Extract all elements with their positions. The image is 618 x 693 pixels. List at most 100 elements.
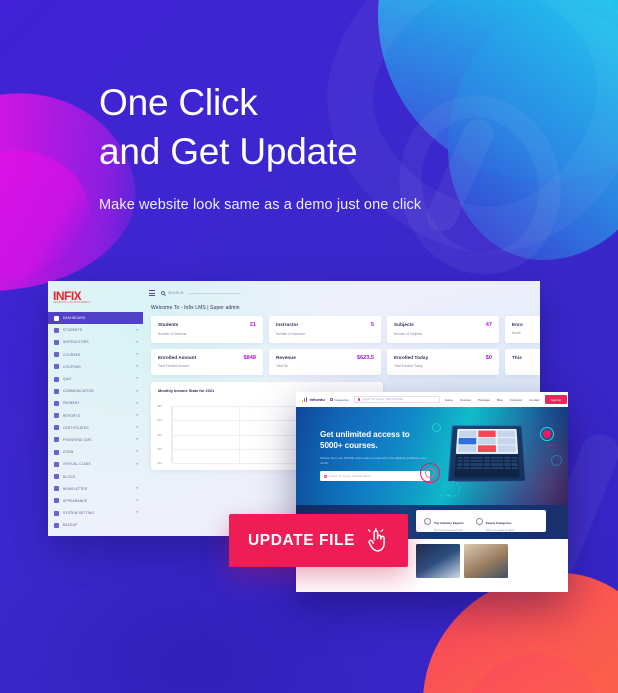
chevron-down-icon: ▾ bbox=[136, 498, 138, 503]
sidebar-item-zoom[interactable]: ZOOM ▾ bbox=[48, 446, 143, 458]
sidebar-item-label: DASHBOARD bbox=[63, 316, 86, 321]
chevron-down-icon: ▾ bbox=[136, 449, 138, 454]
sidebar-item-newsletter[interactable]: NEWSLETTER ▾ bbox=[48, 483, 143, 495]
stat-card-value: 21 bbox=[249, 322, 256, 328]
tech-ring-icon-4 bbox=[432, 423, 441, 432]
feature-item: Expert Categories Build your classes for … bbox=[475, 511, 515, 532]
chevron-down-icon: ▾ bbox=[136, 351, 138, 356]
sidebar-item-blogs[interactable]: BLOGS bbox=[48, 470, 143, 482]
infix-logo: INFIX LEARNING MANAGEMENT bbox=[48, 285, 143, 309]
stat-card-title: Enro bbox=[512, 322, 523, 327]
sidebar-item-appearance[interactable]: APPEARANCE ▾ bbox=[48, 495, 143, 507]
nav-link-home[interactable]: Home bbox=[445, 398, 453, 402]
laptop-keyboard bbox=[454, 454, 520, 478]
stat-card-title: Enrolled Amount bbox=[158, 354, 197, 360]
search-input[interactable]: SEARCH bbox=[161, 291, 540, 295]
search-icon bbox=[357, 398, 361, 401]
users-icon bbox=[54, 327, 59, 333]
frontend-search-input[interactable]: Search for Course, Skill and Video bbox=[353, 396, 440, 403]
categories-menu[interactable]: Categories bbox=[329, 397, 349, 402]
frontend-navbar: infixedu Categories Search for Course, S… bbox=[296, 392, 568, 407]
chevron-down-icon: ▾ bbox=[136, 376, 138, 381]
stat-card-value: 5 bbox=[370, 322, 374, 328]
stat-card: Revenue $623.5 Total Re bbox=[269, 348, 381, 375]
dot-connector-2 bbox=[440, 495, 453, 497]
chevron-down-icon: ▾ bbox=[136, 412, 138, 417]
signup-button[interactable]: Sign Up bbox=[544, 394, 567, 405]
sidebar-item-dashboard[interactable]: DASHBOARD bbox=[48, 312, 143, 325]
welcome-message: Welcome To - Infix LMS | Super admin bbox=[151, 305, 240, 311]
stat-card-title: Enrolled Today bbox=[394, 354, 429, 360]
sidebar-item-communication[interactable]: COMMUNICATION ▾ bbox=[48, 385, 143, 397]
screenshot-stack: INFIX LEARNING MANAGEMENT DASHBOARD STUDE… bbox=[0, 0, 618, 693]
sidebar-item-label: COUPONS bbox=[63, 364, 81, 369]
stat-card: Enrolled Amount $848 Total Enrolled Amount bbox=[151, 348, 263, 375]
stat-card-title: This bbox=[512, 354, 522, 360]
infix-logo-tagline: LEARNING MANAGEMENT bbox=[53, 300, 92, 304]
sidebar-item-payment[interactable]: PAYMENT ▾ bbox=[48, 397, 143, 409]
sidebar-item-system-setting[interactable]: SYSTEM SETTING ▾ bbox=[48, 507, 143, 519]
sidebar-item-label: APPEARANCE bbox=[63, 498, 88, 503]
sidebar-item-instructors[interactable]: INSTRUCTORS ▾ bbox=[48, 336, 143, 348]
sidebar-item-label: INSTRUCTORS bbox=[63, 340, 89, 345]
chart-gridline-vertical bbox=[172, 406, 173, 463]
chart-y-tick: 350 bbox=[157, 432, 162, 437]
hamburger-icon[interactable] bbox=[149, 290, 155, 296]
sidebar-item-label: VIRTUAL CLASS bbox=[63, 462, 91, 467]
hero-search-placeholder: Search for course, skill and videos bbox=[329, 474, 371, 478]
sidebar-item-courses[interactable]: COURSES ▾ bbox=[48, 349, 143, 361]
search-icon bbox=[324, 474, 327, 478]
book-icon bbox=[54, 352, 59, 358]
thumbnail-image bbox=[416, 544, 460, 578]
dashboard-sidebar: INFIX LEARNING MANAGEMENT DASHBOARD STUDE… bbox=[48, 281, 143, 536]
screen-icon bbox=[54, 461, 59, 467]
sidebar-item-coupons[interactable]: COUPONS ▾ bbox=[48, 361, 143, 373]
grid-icon bbox=[54, 315, 59, 321]
chart-y-tick: 250 bbox=[157, 461, 162, 465]
dot-connector bbox=[548, 445, 558, 447]
search-placeholder: SEARCH bbox=[168, 291, 184, 295]
chevron-down-icon: ▾ bbox=[136, 339, 138, 344]
nav-link-package[interactable]: Package bbox=[478, 398, 490, 402]
nav-link-blog[interactable]: Blog bbox=[497, 398, 503, 402]
grid-icon bbox=[329, 398, 333, 401]
sidebar-item-virtual-class[interactable]: VIRTUAL CLASS ▾ bbox=[48, 458, 143, 470]
sidebar-item-label: BACKUP bbox=[63, 523, 78, 528]
nav-link-courses[interactable]: Courses bbox=[460, 398, 471, 402]
chevron-down-icon: ▾ bbox=[136, 425, 138, 430]
chart-y-tick: 400 bbox=[157, 418, 162, 423]
sidebar-item-certificates[interactable]: CERTIFICATES ▾ bbox=[48, 422, 143, 434]
dashboard-topbar: SEARCH WEBSITE bbox=[145, 281, 540, 305]
tech-ring-icon-2 bbox=[425, 468, 435, 478]
nav-link-contact[interactable]: Contact bbox=[529, 398, 539, 402]
sidebar-item-quiz[interactable]: QUIZ ▾ bbox=[48, 373, 143, 385]
sidebar-item-label: PAYMENT bbox=[63, 401, 80, 406]
categories-label: Categories bbox=[334, 397, 349, 402]
chevron-down-icon: ▾ bbox=[136, 437, 138, 442]
update-file-label: UPDATE FILE bbox=[247, 531, 356, 549]
sidebar-item-frontend-cms[interactable]: FRONTEND CMS ▾ bbox=[48, 434, 143, 446]
ticket-icon bbox=[54, 364, 59, 370]
layout-icon bbox=[54, 437, 59, 443]
stat-card: Students 21 Number of Students bbox=[151, 316, 263, 343]
chat-icon bbox=[54, 388, 59, 394]
stat-card-subtitle: Number of Subjects bbox=[394, 331, 422, 336]
feature-item: Top Industry Experts Top instructors arou… bbox=[424, 511, 464, 532]
teacher-icon bbox=[54, 339, 59, 345]
click-hand-icon bbox=[367, 528, 385, 552]
chevron-down-icon: ▾ bbox=[136, 510, 138, 515]
sidebar-item-backup[interactable]: BACKUP bbox=[48, 519, 143, 531]
nav-link-instructor[interactable]: Instructor bbox=[510, 398, 523, 402]
sidebar-item-label: CERTIFICATES bbox=[63, 425, 89, 430]
sidebar-item-label: QUIZ bbox=[63, 377, 72, 382]
sidebar-item-students[interactable]: STUDENTS ▾ bbox=[48, 324, 143, 336]
update-file-button[interactable]: UPDATE FILE bbox=[229, 514, 408, 567]
sidebar-item-label: COURSES bbox=[63, 352, 81, 357]
report-icon bbox=[54, 413, 59, 419]
chevron-down-icon: ▾ bbox=[136, 364, 138, 369]
stat-card-title: Instructor bbox=[276, 322, 299, 327]
chart-y-tick: 450 bbox=[157, 404, 162, 408]
infix-logo-text: INFIX bbox=[53, 288, 82, 303]
tech-dotted-ring-icon bbox=[551, 455, 562, 466]
sidebar-item-reports[interactable]: REPORTS ▾ bbox=[48, 410, 143, 422]
